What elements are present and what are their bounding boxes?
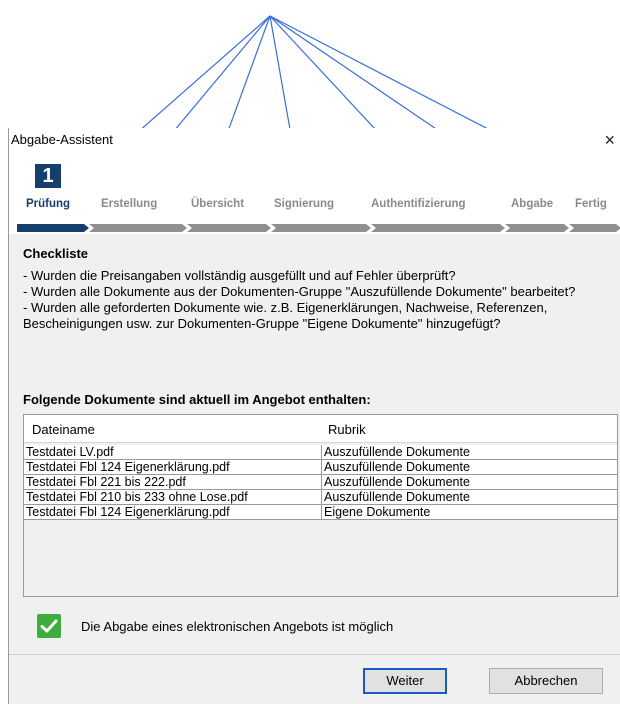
step-erstellung: Erstellung bbox=[101, 198, 158, 210]
weiter-button[interactable]: Weiter bbox=[363, 668, 447, 694]
step-progress-bar bbox=[17, 224, 620, 232]
checklist-item: - Wurden alle geforderten Dokumente wie.… bbox=[23, 300, 548, 331]
wizard-steps: 1 Prüfung Erstellung Übersicht Signierun… bbox=[9, 156, 620, 234]
step-abgabe: Abgabe bbox=[511, 198, 554, 210]
step-segment bbox=[271, 224, 371, 232]
checklist-title: Checkliste bbox=[23, 246, 89, 261]
checklist-item: - Wurden die Preisangaben vollständig au… bbox=[23, 268, 456, 283]
table-row[interactable]: Testdatei Fbl 124 Eigenerklärung.pdf Eig… bbox=[24, 505, 617, 520]
table-row[interactable]: Testdatei Fbl 221 bis 222.pdf Auszufülle… bbox=[24, 475, 617, 490]
title-bar: Abgabe-Assistent × bbox=[9, 128, 620, 156]
step-uebersicht: Übersicht bbox=[191, 198, 245, 210]
step-fertig: Fertig bbox=[575, 198, 607, 210]
cell-rubrik: Auszufüllende Dokumente bbox=[324, 490, 470, 504]
step-segment bbox=[17, 224, 89, 232]
documents-table[interactable]: Dateiname Rubrik Testdatei LV.pdf Auszuf… bbox=[23, 414, 618, 597]
step-segment bbox=[187, 224, 271, 232]
step-segment bbox=[505, 224, 569, 232]
checklist-item: - Wurden alle Dokumente aus der Dokument… bbox=[23, 284, 576, 299]
close-icon[interactable]: × bbox=[604, 130, 615, 150]
abgabe-assistent-dialog: Abgabe-Assistent × 1 Prüfung Erstellung … bbox=[8, 128, 620, 704]
documents-title: Folgende Dokumente sind aktuell im Angeb… bbox=[23, 392, 371, 407]
step-pruefung: Prüfung bbox=[26, 198, 71, 210]
cell-rubrik: Auszufüllende Dokumente bbox=[324, 475, 470, 489]
cell-dateiname: Testdatei Fbl 221 bis 222.pdf bbox=[26, 475, 322, 489]
table-rows: Testdatei LV.pdf Auszufüllende Dokumente… bbox=[24, 445, 617, 520]
step-segment bbox=[569, 224, 620, 232]
cell-rubrik: Auszufüllende Dokumente bbox=[324, 445, 470, 459]
cell-rubrik: Eigene Dokumente bbox=[324, 505, 431, 519]
step-signierung: Signierung bbox=[274, 198, 335, 210]
divider bbox=[9, 654, 620, 655]
step-segment bbox=[89, 224, 187, 232]
current-step-number: 1 bbox=[35, 164, 61, 188]
cell-rubrik: Auszufüllende Dokumente bbox=[324, 460, 470, 474]
checklist-items: - Wurden die Preisangaben vollständig au… bbox=[23, 268, 613, 332]
cell-dateiname: Testdatei Fbl 210 bis 233 ohne Lose.pdf bbox=[26, 490, 322, 504]
column-header-rubrik[interactable]: Rubrik bbox=[328, 422, 366, 437]
table-header: Dateiname Rubrik bbox=[24, 415, 617, 443]
step-segment bbox=[371, 224, 505, 232]
cell-dateiname: Testdatei LV.pdf bbox=[26, 445, 322, 459]
check-icon bbox=[37, 614, 61, 638]
window-title: Abgabe-Assistent bbox=[11, 132, 113, 147]
status-text: Die Abgabe eines elektronischen Angebots… bbox=[81, 619, 394, 634]
cell-dateiname: Testdatei Fbl 124 Eigenerklärung.pdf bbox=[26, 460, 322, 474]
table-row[interactable]: Testdatei Fbl 124 Eigenerklärung.pdf Aus… bbox=[24, 460, 617, 475]
table-row[interactable]: Testdatei LV.pdf Auszufüllende Dokumente bbox=[24, 445, 617, 460]
step-authentifizierung: Authentifizierung bbox=[371, 198, 466, 210]
abbrechen-button[interactable]: Abbrechen bbox=[489, 668, 603, 694]
table-row[interactable]: Testdatei Fbl 210 bis 233 ohne Lose.pdf … bbox=[24, 490, 617, 505]
cell-dateiname: Testdatei Fbl 124 Eigenerklärung.pdf bbox=[26, 505, 322, 519]
column-header-dateiname[interactable]: Dateiname bbox=[32, 422, 95, 437]
